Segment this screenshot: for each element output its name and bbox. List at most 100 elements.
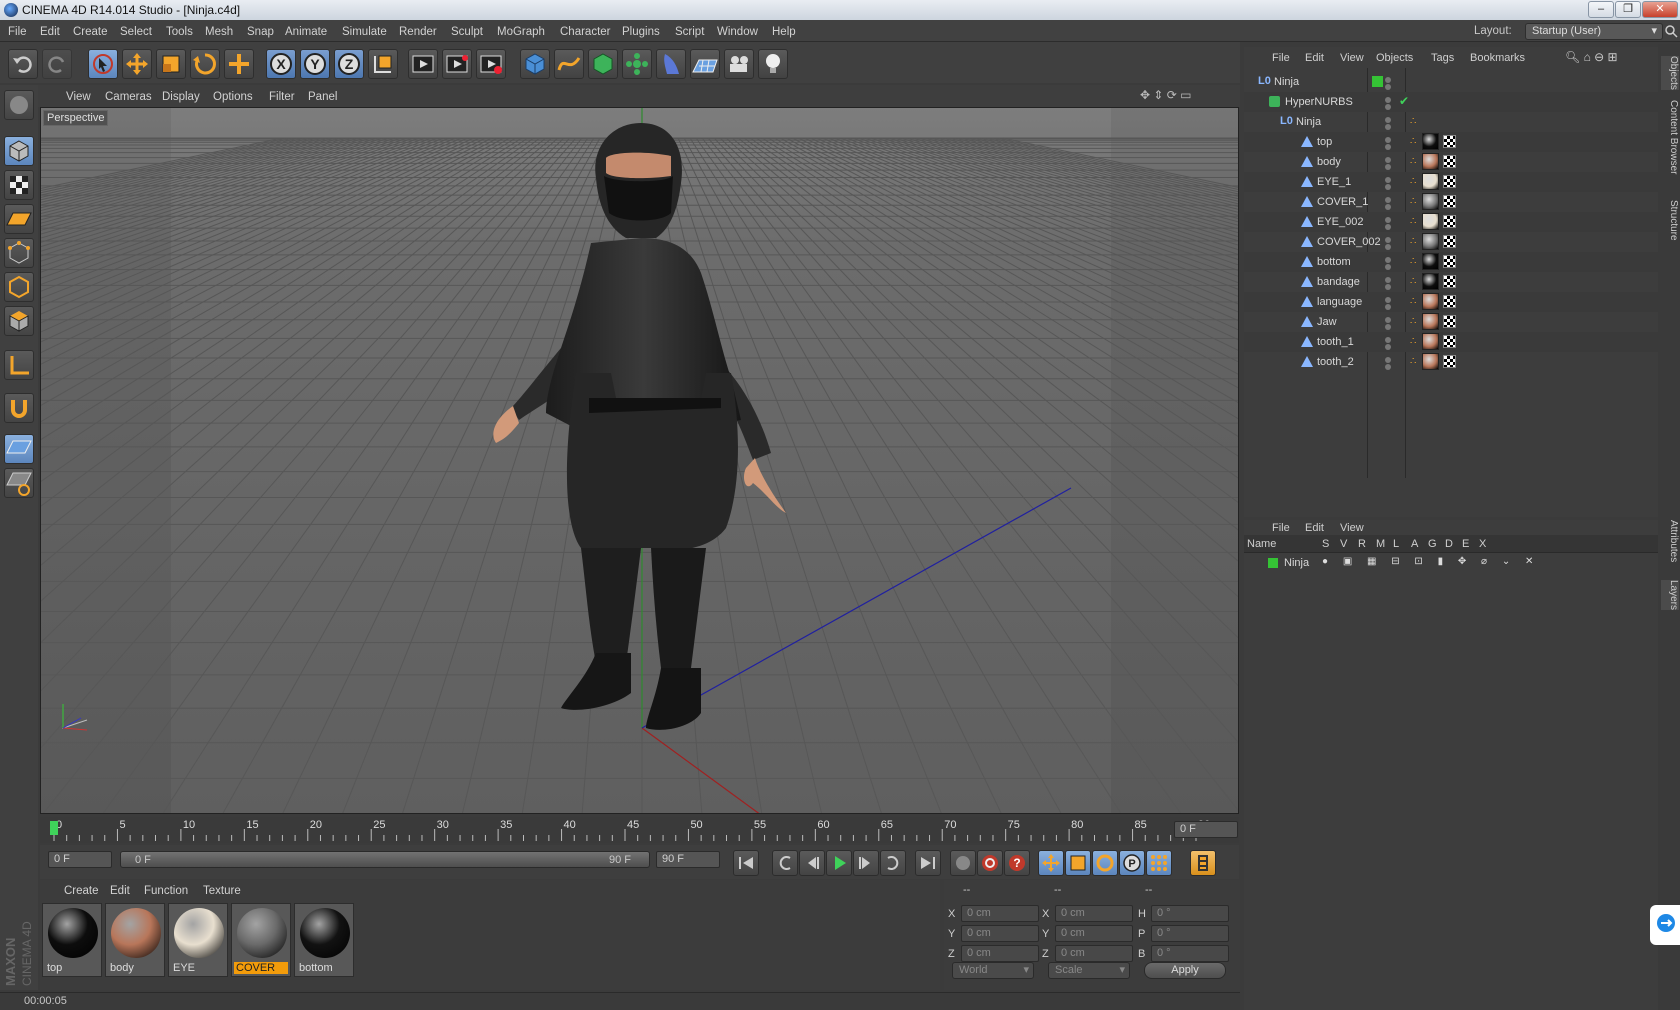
menu-mograph[interactable]: MoGraph — [497, 26, 545, 38]
object-menu-objects[interactable]: Objects — [1376, 52, 1413, 64]
render-view-button[interactable] — [408, 49, 438, 79]
uvw-tag-icon[interactable] — [1443, 355, 1456, 368]
phong-tag-icon[interactable]: ∴ — [1410, 256, 1416, 267]
array-button[interactable] — [622, 49, 652, 79]
coord-value-field[interactable]: 0 cm — [1055, 925, 1133, 942]
texture-mode-button[interactable] — [4, 170, 34, 200]
render-visibility-dot[interactable] — [1385, 324, 1391, 330]
record-keys-button[interactable] — [950, 850, 976, 876]
keyframe-selection-button[interactable]: ? — [1004, 850, 1030, 876]
floor-button[interactable] — [690, 49, 720, 79]
phong-tag-icon[interactable]: ∴ — [1410, 196, 1416, 207]
material-swatch[interactable]: bottom — [294, 903, 354, 977]
viewport-menu-options[interactable]: Options — [213, 91, 253, 103]
phong-tag-icon[interactable]: ∴ — [1410, 156, 1416, 167]
material-tag[interactable] — [1422, 273, 1439, 290]
scale-tool-button[interactable] — [156, 49, 186, 79]
coord-value-field[interactable]: 0 ° — [1151, 905, 1229, 922]
editor-visibility-dot[interactable] — [1385, 297, 1391, 303]
perspective-viewport[interactable]: Perspective — [40, 107, 1239, 814]
side-tab-structure[interactable]: Structure — [1661, 200, 1679, 241]
autokeying-button[interactable] — [977, 850, 1003, 876]
nurbs-button[interactable] — [588, 49, 618, 79]
editor-visibility-dot[interactable] — [1385, 317, 1391, 323]
render-visibility-dot[interactable] — [1385, 104, 1391, 110]
edges-mode-button[interactable] — [4, 272, 34, 302]
rotate-tool-button[interactable] — [190, 49, 220, 79]
uvw-tag-icon[interactable] — [1443, 135, 1456, 148]
material-tag[interactable] — [1422, 173, 1439, 190]
render-visibility-dot[interactable] — [1385, 144, 1391, 150]
start-frame-field[interactable]: 0 F — [48, 851, 112, 868]
workplane-lock-button[interactable] — [4, 434, 34, 464]
editor-visibility-dot[interactable] — [1385, 77, 1391, 83]
z-axis-lock-button[interactable]: Z — [334, 49, 364, 79]
menu-render[interactable]: Render — [399, 26, 437, 38]
render-visibility-dot[interactable] — [1385, 164, 1391, 170]
workplane-mode-button[interactable] — [4, 204, 34, 234]
playhead-marker[interactable] — [50, 821, 58, 835]
layer-menu-view[interactable]: View — [1340, 522, 1364, 534]
material-tag[interactable] — [1422, 333, 1439, 350]
redo-button[interactable] — [42, 49, 72, 79]
menu-help[interactable]: Help — [772, 26, 796, 38]
phong-tag-icon[interactable]: ∴ — [1410, 236, 1416, 247]
timeline-window-button[interactable] — [1190, 850, 1216, 876]
viewport-menu-display[interactable]: Display — [162, 91, 200, 103]
object-menu-bookmarks[interactable]: Bookmarks — [1470, 52, 1525, 64]
search-icon[interactable] — [1664, 24, 1678, 38]
phong-tag-icon[interactable]: ∴ — [1410, 336, 1416, 347]
render-visibility-dot[interactable] — [1385, 204, 1391, 210]
render-visibility-dot[interactable] — [1385, 84, 1391, 90]
side-tab-layers[interactable]: Layers — [1661, 580, 1679, 611]
menu-edit[interactable]: Edit — [40, 26, 60, 38]
material-tag[interactable] — [1422, 253, 1439, 270]
timeline-ruler[interactable]: 051015202530354045505560657075808590 — [40, 817, 1239, 843]
editor-visibility-dot[interactable] — [1385, 217, 1391, 223]
material-tag[interactable] — [1422, 153, 1439, 170]
move-tool-button[interactable] — [122, 49, 152, 79]
object-menu-view[interactable]: View — [1340, 52, 1364, 64]
uvw-tag-icon[interactable] — [1443, 315, 1456, 328]
material-tag[interactable] — [1422, 353, 1439, 370]
undo-button[interactable] — [8, 49, 38, 79]
material-tag[interactable] — [1422, 293, 1439, 310]
enabled-check-icon[interactable]: ✔ — [1399, 94, 1409, 108]
menu-animate[interactable]: Animate — [285, 26, 327, 38]
coord-value-field[interactable]: 0 cm — [1055, 945, 1133, 962]
go-to-start-button[interactable] — [733, 850, 759, 876]
viewport-menu-filter[interactable]: Filter — [269, 91, 295, 103]
camera-button[interactable] — [724, 49, 754, 79]
phong-tag-icon[interactable]: ∴ — [1410, 116, 1416, 127]
side-tab-objects[interactable]: Objects — [1661, 56, 1679, 90]
editor-visibility-dot[interactable] — [1385, 117, 1391, 123]
layer-menu-file[interactable]: File — [1272, 522, 1290, 534]
uvw-tag-icon[interactable] — [1443, 255, 1456, 268]
viewport-menu-cameras[interactable]: Cameras — [105, 91, 152, 103]
material-swatch[interactable]: top — [42, 903, 102, 977]
layer-color-swatch[interactable] — [1372, 76, 1383, 87]
layer-menu-edit[interactable]: Edit — [1305, 522, 1324, 534]
render-settings-button[interactable] — [476, 49, 506, 79]
editor-visibility-dot[interactable] — [1385, 97, 1391, 103]
phong-tag-icon[interactable]: ∴ — [1410, 296, 1416, 307]
coord-space-select[interactable]: World ▾ — [952, 962, 1034, 979]
menu-mesh[interactable]: Mesh — [205, 26, 233, 38]
planar-workplane-button[interactable] — [4, 468, 34, 498]
menu-plugins[interactable]: Plugins — [622, 26, 660, 38]
live-selection-button[interactable] — [88, 49, 118, 79]
maximize-button[interactable]: ❐ — [1615, 1, 1641, 18]
object-menu-tags[interactable]: Tags — [1431, 52, 1454, 64]
phong-tag-icon[interactable]: ∴ — [1410, 136, 1416, 147]
next-frame-button[interactable] — [853, 850, 879, 876]
material-tag[interactable] — [1422, 193, 1439, 210]
x-axis-lock-button[interactable]: X — [266, 49, 296, 79]
uvw-tag-icon[interactable] — [1443, 295, 1456, 308]
viewport-nav-icons[interactable]: ✥ ⇕ ⟳ ▭ — [1140, 88, 1192, 102]
object-manager-icons[interactable]: 🔍︎ ⌂ ⊖ ⊞ — [1565, 50, 1618, 64]
deformer-button[interactable] — [656, 49, 686, 79]
menu-sculpt[interactable]: Sculpt — [451, 26, 483, 38]
layer-color-swatch[interactable] — [1268, 558, 1278, 568]
uvw-tag-icon[interactable] — [1443, 155, 1456, 168]
viewport-menu-panel[interactable]: Panel — [308, 91, 337, 103]
